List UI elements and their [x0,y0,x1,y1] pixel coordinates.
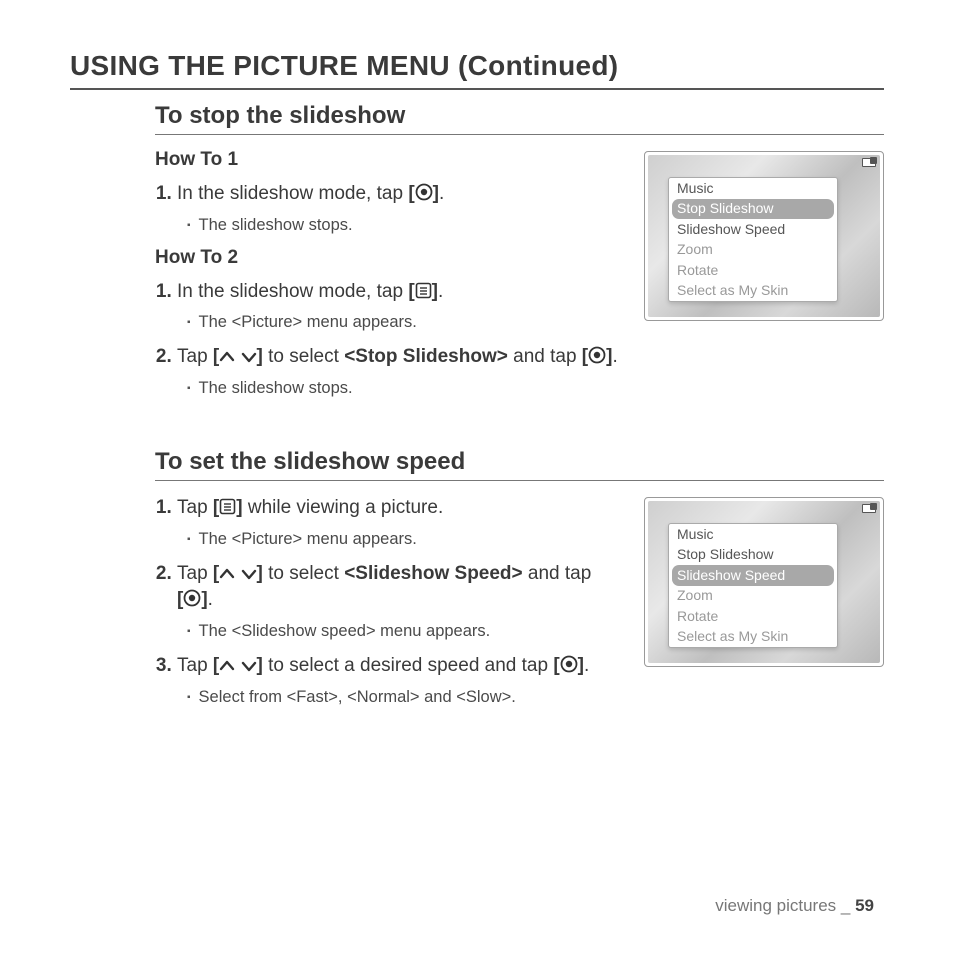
menu-icon: [] [408,281,438,302]
battery-icon [862,504,876,513]
menu-item: Music [669,524,837,545]
howto2-bullet1: The <Picture> menu appears. [187,311,626,334]
menu-item: Slideshow Speed [672,565,834,586]
menu-item: Music [669,178,837,199]
up-down-icon: [ ] [213,346,263,367]
menu-item: Select as My Skin [669,281,837,302]
menu-item: Stop Slideshow [669,545,837,566]
section-slideshow-speed-heading: To set the slideshow speed [155,448,884,476]
menu-item: Rotate [669,606,837,627]
up-down-icon: [ ] [213,655,263,676]
select-icon: [] [582,346,613,367]
section-rule [155,480,884,481]
speed-bullet2: The <Slideshow speed> menu appears. [187,620,626,643]
menu-item: Select as My Skin [669,627,837,648]
select-icon: [] [408,183,439,204]
screenshot-slideshow-speed: MusicStop SlideshowSlideshow SpeedZoomRo… [644,497,884,667]
menu-item: Slideshow Speed [669,219,837,240]
howto1-step1: In the slideshow mode, tap []. The slide… [177,181,626,237]
title-rule [70,88,884,90]
howto1-bullet: The slideshow stops. [187,214,626,237]
section-stop-slideshow-heading: To stop the slideshow [155,102,884,130]
select-icon: [] [553,655,584,676]
picture-menu-1: MusicStop SlideshowSlideshow SpeedZoomRo… [668,177,838,302]
select-icon: [] [177,589,208,610]
howto2-step2: Tap [ ] to select <Stop Slideshow> and t… [177,344,884,400]
how-to-1-label: How To 1 [155,149,626,171]
page-footer: viewing pictures _ 59 [715,896,874,916]
picture-menu-2: MusicStop SlideshowSlideshow SpeedZoomRo… [668,523,838,648]
menu-item: Zoom [669,240,837,261]
how-to-2-label: How To 2 [155,247,626,269]
screenshot-stop-slideshow: MusicStop SlideshowSlideshow SpeedZoomRo… [644,151,884,321]
speed-bullet3: Select from <Fast>, <Normal> and <Slow>. [187,686,626,709]
battery-icon [862,158,876,167]
section-rule [155,134,884,135]
menu-item: Zoom [669,586,837,607]
speed-step3: Tap [ ] to select a desired speed and ta… [177,653,626,709]
menu-icon: [] [213,497,243,518]
menu-item: Stop Slideshow [672,199,834,220]
howto2-bullet2: The slideshow stops. [187,377,884,400]
speed-bullet1: The <Picture> menu appears. [187,528,626,551]
speed-step2: Tap [ ] to select <Slideshow Speed> and … [177,561,626,643]
menu-item: Rotate [669,260,837,281]
page-title: USING THE PICTURE MENU (Continued) [70,50,884,82]
howto2-step1: In the slideshow mode, tap []. The <Pict… [177,279,626,335]
up-down-icon: [ ] [213,563,263,584]
speed-step1: Tap [] while viewing a picture. The <Pic… [177,495,626,551]
